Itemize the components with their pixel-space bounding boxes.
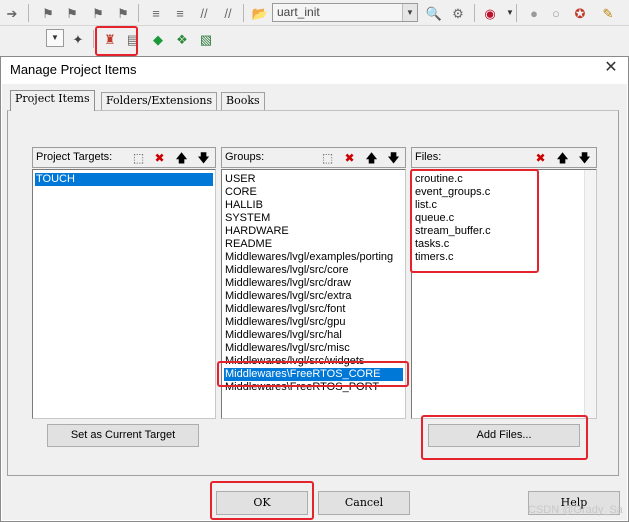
delete-icon[interactable]: ✖ [151, 150, 168, 166]
targets-listbox[interactable]: TOUCH [32, 169, 216, 419]
tools-icon[interactable]: ✎ [598, 3, 618, 23]
dialog-title: Manage Project Items [10, 62, 137, 77]
toolbar-row-1: ➔ ⚑ ⚑ ⚑ ⚑ ≡ ≡ // // 📂 uart_init ▼ 🔍 ⚙ ◉ … [0, 0, 629, 26]
groups-label: Groups: [225, 151, 265, 163]
debug-icon[interactable]: ◉ [480, 3, 500, 23]
list-item[interactable]: list.c [414, 199, 437, 212]
tab-folders-extensions[interactable]: Folders/Extensions [101, 92, 218, 110]
uncomment-icon[interactable]: // [218, 3, 238, 23]
circle-outline-icon[interactable]: ○ [546, 3, 566, 23]
bookmark-next-icon[interactable]: ⚑ [88, 3, 108, 23]
list-item[interactable]: Middlewares/lvgl/src/draw [224, 277, 351, 290]
scrollbar[interactable] [584, 170, 596, 418]
list-item[interactable]: HALLIB [224, 199, 263, 212]
list-item[interactable]: stream_buffer.c [414, 225, 491, 238]
panel-header: Groups: ⬚ ✖ 🡅 🡇 [221, 147, 406, 168]
move-up-icon[interactable]: 🡅 [173, 150, 190, 166]
list-item[interactable]: tasks.c [414, 238, 449, 251]
bookmark-clear-icon[interactable]: ⚑ [113, 3, 133, 23]
add-files-button[interactable]: Add Files... [428, 424, 580, 447]
toolbar-separator [243, 4, 244, 22]
pack-installer-icon[interactable]: ▧ [196, 29, 216, 49]
move-up-icon[interactable]: 🡅 [363, 150, 380, 166]
bookmark-prev-icon[interactable]: ⚑ [62, 3, 82, 23]
files-panel: Files: ✖ 🡅 🡇 croutine.c event_groups.c lis… [411, 147, 597, 419]
list-item[interactable]: timers.c [414, 251, 454, 264]
wand-icon[interactable]: ✦ [68, 29, 88, 49]
set-current-target-button[interactable]: Set as Current Target [47, 424, 199, 447]
tab-books[interactable]: Books [221, 92, 265, 110]
comment-icon[interactable]: // [194, 3, 214, 23]
files-listbox[interactable]: croutine.c event_groups.c list.c queue.c str… [411, 169, 597, 419]
bookmark-icon[interactable]: ⚑ [38, 3, 58, 23]
folder-open-icon[interactable]: 📂 [250, 3, 270, 23]
groups-panel: Groups: ⬚ ✖ 🡅 🡇 USER CORE HALLIB SYSTEM HARD… [221, 147, 406, 419]
new-icon[interactable]: ⬚ [319, 150, 336, 166]
list-item[interactable]: queue.c [414, 212, 454, 225]
ok-button[interactable]: OK [216, 491, 308, 515]
arrow-right-icon[interactable]: ➔ [2, 3, 22, 23]
groups-listbox[interactable]: USER CORE HALLIB SYSTEM HARDWARE README Middle… [221, 169, 406, 419]
list-item[interactable]: Middlewares/lvgl/src/core [224, 264, 348, 277]
move-down-icon[interactable]: 🡇 [385, 150, 402, 166]
toolbar-separator [93, 30, 94, 48]
target-combo-value: uart_init [277, 5, 320, 19]
panel-header: Project Targets: ⬚ ✖ 🡅 🡇 [32, 147, 216, 168]
tab-project-items[interactable]: Project Items [10, 90, 95, 111]
toolbar-separator [28, 4, 29, 22]
toolbar-separator [138, 4, 139, 22]
list-item[interactable]: README [224, 238, 272, 251]
list-item[interactable]: Middlewares/lvgl/src/gpu [224, 316, 345, 329]
chevron-down-icon[interactable]: ▼ [402, 4, 417, 21]
list-item[interactable]: event_groups.c [414, 186, 490, 199]
project-targets-label: Project Targets: [36, 151, 113, 163]
target-combo[interactable]: uart_init ▼ [272, 3, 418, 22]
list-item[interactable]: Middlewares/lvgl/src/misc [224, 342, 350, 355]
toolbar-separator [516, 4, 517, 22]
cancel-button[interactable]: Cancel [318, 491, 410, 515]
list-item[interactable]: USER [224, 173, 256, 186]
toolbar-row-2: ▼ ✦ ♜ ▤ ◆ ❖ ▧ [0, 26, 629, 52]
project-window-icon[interactable]: ▤ [123, 29, 143, 49]
ribbon-icon[interactable]: ✪ [570, 3, 590, 23]
project-targets-panel: Project Targets: ⬚ ✖ 🡅 🡇 TOUCH [32, 147, 216, 419]
list-item[interactable]: croutine.c [414, 173, 463, 186]
settings-icon[interactable]: ⚙ [448, 3, 468, 23]
find-in-files-icon[interactable]: 🔍 [424, 3, 444, 23]
list-item[interactable]: Middlewares/lvgl/src/font [224, 303, 345, 316]
diamond-tree-icon[interactable]: ❖ [172, 29, 192, 49]
close-icon[interactable]: ✕ [600, 58, 622, 78]
list-item[interactable]: Middlewares/lvgl/src/widgets [224, 355, 364, 368]
manage-project-items-icon[interactable]: ♜ [100, 29, 120, 49]
delete-icon[interactable]: ✖ [532, 150, 549, 166]
circle-filled-icon[interactable]: ● [524, 3, 544, 23]
panel-header: Files: ✖ 🡅 🡇 [411, 147, 597, 168]
watermark: CSDN @Grady_Sa [528, 504, 623, 516]
move-up-icon[interactable]: 🡅 [554, 150, 571, 166]
files-label: Files: [415, 151, 442, 163]
list-item[interactable]: Middlewares\FreeRTOS_PORT [224, 381, 379, 394]
list-item[interactable]: Middlewares/lvgl/src/extra [224, 290, 352, 303]
list-item[interactable]: SYSTEM [224, 212, 270, 225]
list-item[interactable]: HARDWARE [224, 225, 289, 238]
indent-icon[interactable]: ≡ [146, 3, 166, 23]
list-item[interactable]: Middlewares/lvgl/src/hal [224, 329, 342, 342]
delete-icon[interactable]: ✖ [341, 150, 358, 166]
green-diamond-icon[interactable]: ◆ [148, 29, 168, 49]
chevron-down-icon[interactable]: ▼ [500, 3, 520, 23]
unindent-icon[interactable]: ≡ [170, 3, 190, 23]
move-down-icon[interactable]: 🡇 [576, 150, 593, 166]
list-item[interactable]: Middlewares\FreeRTOS_CORE [224, 368, 403, 381]
new-icon[interactable]: ⬚ [130, 150, 147, 166]
list-item[interactable]: TOUCH [35, 173, 213, 186]
move-down-icon[interactable]: 🡇 [195, 150, 212, 166]
chevron-down-icon[interactable]: ▼ [46, 29, 64, 47]
toolbar-separator [474, 4, 475, 22]
list-item[interactable]: Middlewares/lvgl/examples/porting [224, 251, 393, 264]
list-item[interactable]: CORE [224, 186, 257, 199]
